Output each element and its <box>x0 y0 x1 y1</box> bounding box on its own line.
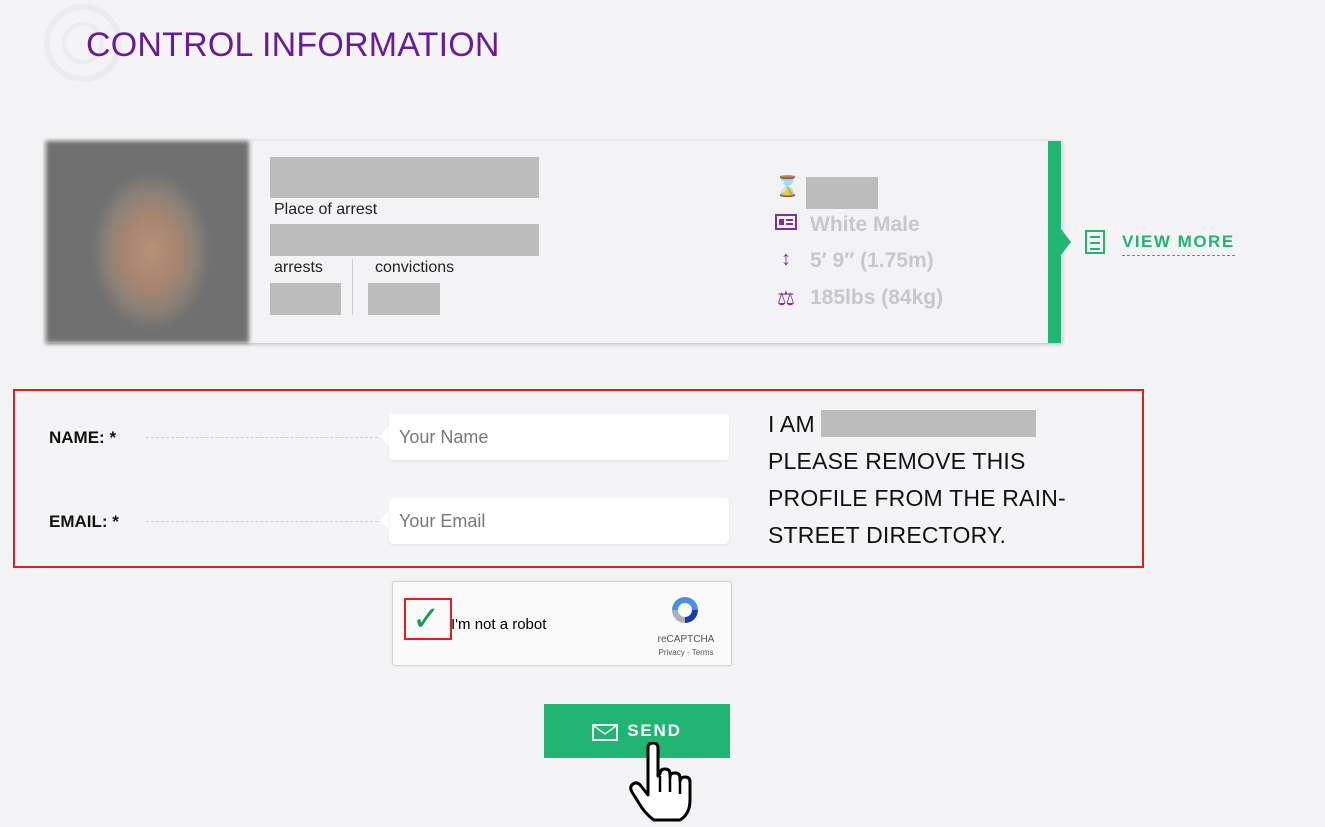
message-line-4: STREET DIRECTORY. <box>768 522 1007 548</box>
email-input[interactable] <box>389 498 729 544</box>
email-label: EMAIL: * <box>49 512 119 531</box>
card-accent-bar <box>1048 141 1061 343</box>
race-sex-value: White Male <box>810 213 920 236</box>
message-line-2: PLEASE REMOVE THIS <box>768 448 1026 474</box>
weight-value: 185lbs (84kg) <box>810 286 944 309</box>
height-value: 5′ 9″ (1.75m) <box>810 249 934 272</box>
page-title: CONTROL INFORMATION <box>86 26 500 64</box>
redacted-place <box>270 224 539 256</box>
profile-card: Place of arrest arrests convictions ⌛ Wh… <box>46 141 1071 343</box>
name-input[interactable] <box>389 414 729 460</box>
message-prefix: I AM <box>768 411 815 437</box>
document-icon[interactable] <box>1085 230 1105 254</box>
profile-photo <box>46 141 249 343</box>
place-of-arrest-label: Place of arrest <box>274 201 378 218</box>
name-input-notch <box>380 426 389 446</box>
stat-divider <box>352 259 353 315</box>
hourglass-icon: ⌛ <box>775 176 800 198</box>
redacted-name <box>270 157 539 198</box>
send-button-label: SEND <box>627 721 682 740</box>
email-input-notch <box>380 510 389 530</box>
view-more-link[interactable]: VIEW MORE <box>1122 232 1235 256</box>
recaptcha-label: I'm not a robot <box>451 616 547 633</box>
recaptcha-brand: reCAPTCHA <box>657 634 715 645</box>
card-accent-arrow <box>1061 229 1071 255</box>
envelope-icon <box>592 723 619 741</box>
email-leader-line <box>146 521 378 522</box>
removal-message: I AM PLEASE REMOVE THIS PROFILE FROM THE… <box>768 406 1066 554</box>
id-card-icon <box>775 213 797 237</box>
arrests-label: arrests <box>274 259 323 276</box>
height-arrow-icon: ↕ <box>781 248 791 270</box>
convictions-label: convictions <box>375 259 455 276</box>
hand-pointer-cursor-icon <box>628 741 694 822</box>
recaptcha-logo-icon <box>667 594 703 626</box>
recaptcha-widget: ✓ I'm not a robot reCAPTCHA Privacy - Te… <box>392 581 732 666</box>
name-label: NAME: * <box>49 428 117 447</box>
recaptcha-checkbox[interactable]: ✓ <box>404 598 452 640</box>
redacted-arrests <box>270 283 341 315</box>
recaptcha-privacy-terms-link[interactable]: Privacy - Terms <box>647 648 725 657</box>
name-leader-line <box>146 437 378 438</box>
redacted-requester-name <box>821 410 1037 437</box>
checkmark-icon: ✓ <box>412 600 441 638</box>
redacted-age <box>806 177 878 209</box>
scale-icon: ⚖ <box>777 288 795 310</box>
message-line-3: PROFILE FROM THE RAIN- <box>768 485 1066 511</box>
redacted-convictions <box>368 283 440 315</box>
